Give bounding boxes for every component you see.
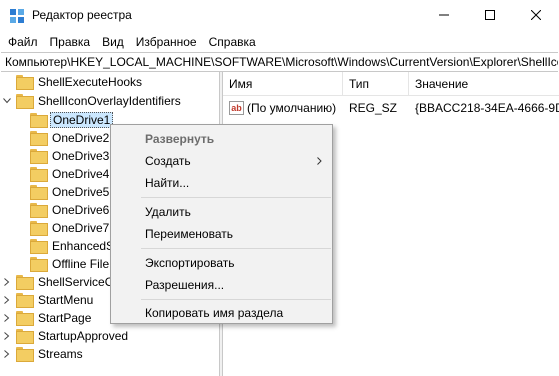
minimize-button[interactable]: [421, 0, 467, 30]
folder-icon: [16, 94, 34, 109]
menu-item-copy-key-name[interactable]: Копировать имя раздела: [112, 302, 332, 324]
close-button[interactable]: [513, 0, 559, 30]
tree-item[interactable]: ShellIconOverlayIdentifiers: [2, 91, 183, 110]
tree-item-label: OneDrive6: [52, 202, 110, 217]
title-bar: Редактор реестра: [0, 0, 559, 32]
tree-item[interactable]: StartupApproved: [2, 326, 130, 345]
menu-help[interactable]: Справка: [203, 32, 262, 52]
menu-item-permissions[interactable]: Разрешения...: [112, 274, 332, 296]
row-value: {BBACC218-34EA-4666-9D7: [415, 101, 559, 115]
tree-item[interactable]: OneDrive3: [16, 146, 111, 165]
folder-icon: [30, 239, 48, 254]
tree-item-label: OneDrive3: [52, 148, 110, 163]
menu-item-export[interactable]: Экспортировать: [112, 252, 332, 274]
tree-item[interactable]: Offline File: [16, 254, 111, 273]
tree-item-label: OneDrive7: [52, 220, 110, 235]
folder-icon: [30, 167, 48, 182]
tree-item[interactable]: ShellServiceO: [2, 272, 116, 291]
folder-icon: [30, 221, 48, 236]
string-value-icon: ab: [229, 101, 244, 115]
folder-icon: [30, 131, 48, 146]
tree-item[interactable]: OneDrive5: [16, 182, 111, 201]
tree-item[interactable]: StartMenu: [2, 290, 95, 309]
tree-item-label: StartupApproved: [38, 328, 129, 343]
folder-icon: [30, 185, 48, 200]
tree-item[interactable]: OneDrive2: [16, 128, 111, 147]
list-header: Имя Тип Значение: [223, 72, 559, 96]
close-icon: [531, 10, 541, 20]
folder-icon: [30, 257, 48, 272]
menu-item-delete[interactable]: Удалить: [112, 201, 332, 223]
menu-item-find[interactable]: Найти...: [112, 172, 332, 194]
tree-item-label: OneDrive4: [52, 166, 110, 181]
tree-item-label: StartMenu: [38, 292, 94, 307]
menu-item-new-label: Создать: [145, 154, 191, 168]
tree-item[interactable]: ShellExecuteHooks: [2, 72, 144, 91]
address-bar[interactable]: Компьютер\HKEY_LOCAL_MACHINE\SOFTWARE\Mi…: [1, 52, 558, 72]
chevron-right-icon[interactable]: [2, 272, 12, 291]
folder-icon: [16, 75, 34, 90]
tree-item-label: Streams: [38, 346, 83, 361]
menu-item-expand[interactable]: Развернуть: [112, 128, 332, 150]
chevron-right-icon[interactable]: [2, 308, 12, 327]
tree-item-label: Offline File: [52, 256, 110, 271]
submenu-arrow-icon: [317, 150, 322, 172]
menu-item-new[interactable]: Создать: [112, 150, 332, 172]
menu-view[interactable]: Вид: [96, 32, 130, 52]
tree-item[interactable]: OneDrive6: [16, 200, 111, 219]
folder-icon: [16, 311, 34, 326]
row-name: (По умолчанию): [247, 101, 337, 115]
chevron-down-icon[interactable]: [2, 91, 12, 110]
maximize-button[interactable]: [467, 0, 513, 30]
column-header-value[interactable]: Значение: [409, 72, 559, 96]
menu-separator: [141, 299, 331, 300]
folder-icon: [30, 203, 48, 218]
context-menu: Развернуть Создать Найти... Удалить Пере…: [110, 124, 333, 324]
tree-item-label: ShellExecuteHooks: [38, 74, 143, 89]
tree-item[interactable]: Streams: [2, 344, 85, 363]
maximize-icon: [485, 10, 495, 20]
menu-separator: [141, 197, 331, 198]
minimize-icon: [439, 14, 449, 16]
menu-file[interactable]: Файл: [2, 32, 44, 52]
tree-item-label: ShellIconOverlayIdentifiers: [38, 93, 181, 108]
menu-separator: [141, 248, 331, 249]
menu-favorites[interactable]: Избранное: [130, 32, 203, 52]
table-row[interactable]: ab (По умолчанию) REG_SZ {BBACC218-34EA-…: [223, 98, 559, 118]
column-header-type[interactable]: Тип: [343, 72, 409, 96]
tree-item-label: OneDrive5: [52, 184, 110, 199]
menu-bar: Файл Правка Вид Избранное Справка: [0, 32, 559, 52]
folder-icon: [16, 275, 34, 290]
folder-icon: [16, 293, 34, 308]
tree-item-label: ShellServiceO: [38, 274, 115, 289]
folder-icon: [16, 329, 34, 344]
tree-item[interactable]: OneDrive7: [16, 218, 111, 237]
chevron-right-icon[interactable]: [2, 326, 12, 345]
folder-icon: [30, 149, 48, 164]
menu-edit[interactable]: Правка: [44, 32, 97, 52]
tree-item-label: OneDrive1: [50, 111, 114, 128]
chevron-right-icon[interactable]: [2, 290, 12, 309]
registry-editor-icon: [10, 9, 24, 23]
tree-item-label: EnhancedS: [52, 238, 115, 253]
tree-item[interactable]: OneDrive4: [16, 164, 111, 183]
tree-item[interactable]: EnhancedS: [16, 236, 116, 255]
tree-item[interactable]: StartPage: [2, 308, 93, 327]
window-title: Редактор реестра: [32, 8, 132, 22]
tree-item-label: StartPage: [38, 310, 92, 325]
folder-icon: [16, 347, 34, 362]
tree-item-selected[interactable]: OneDrive1: [16, 110, 114, 129]
chevron-right-icon[interactable]: [2, 344, 12, 363]
tree-item-label: OneDrive2: [52, 130, 110, 145]
folder-icon: [30, 113, 48, 128]
column-header-name[interactable]: Имя: [223, 72, 343, 96]
row-type: REG_SZ: [349, 101, 398, 115]
menu-item-rename[interactable]: Переименовать: [112, 223, 332, 245]
